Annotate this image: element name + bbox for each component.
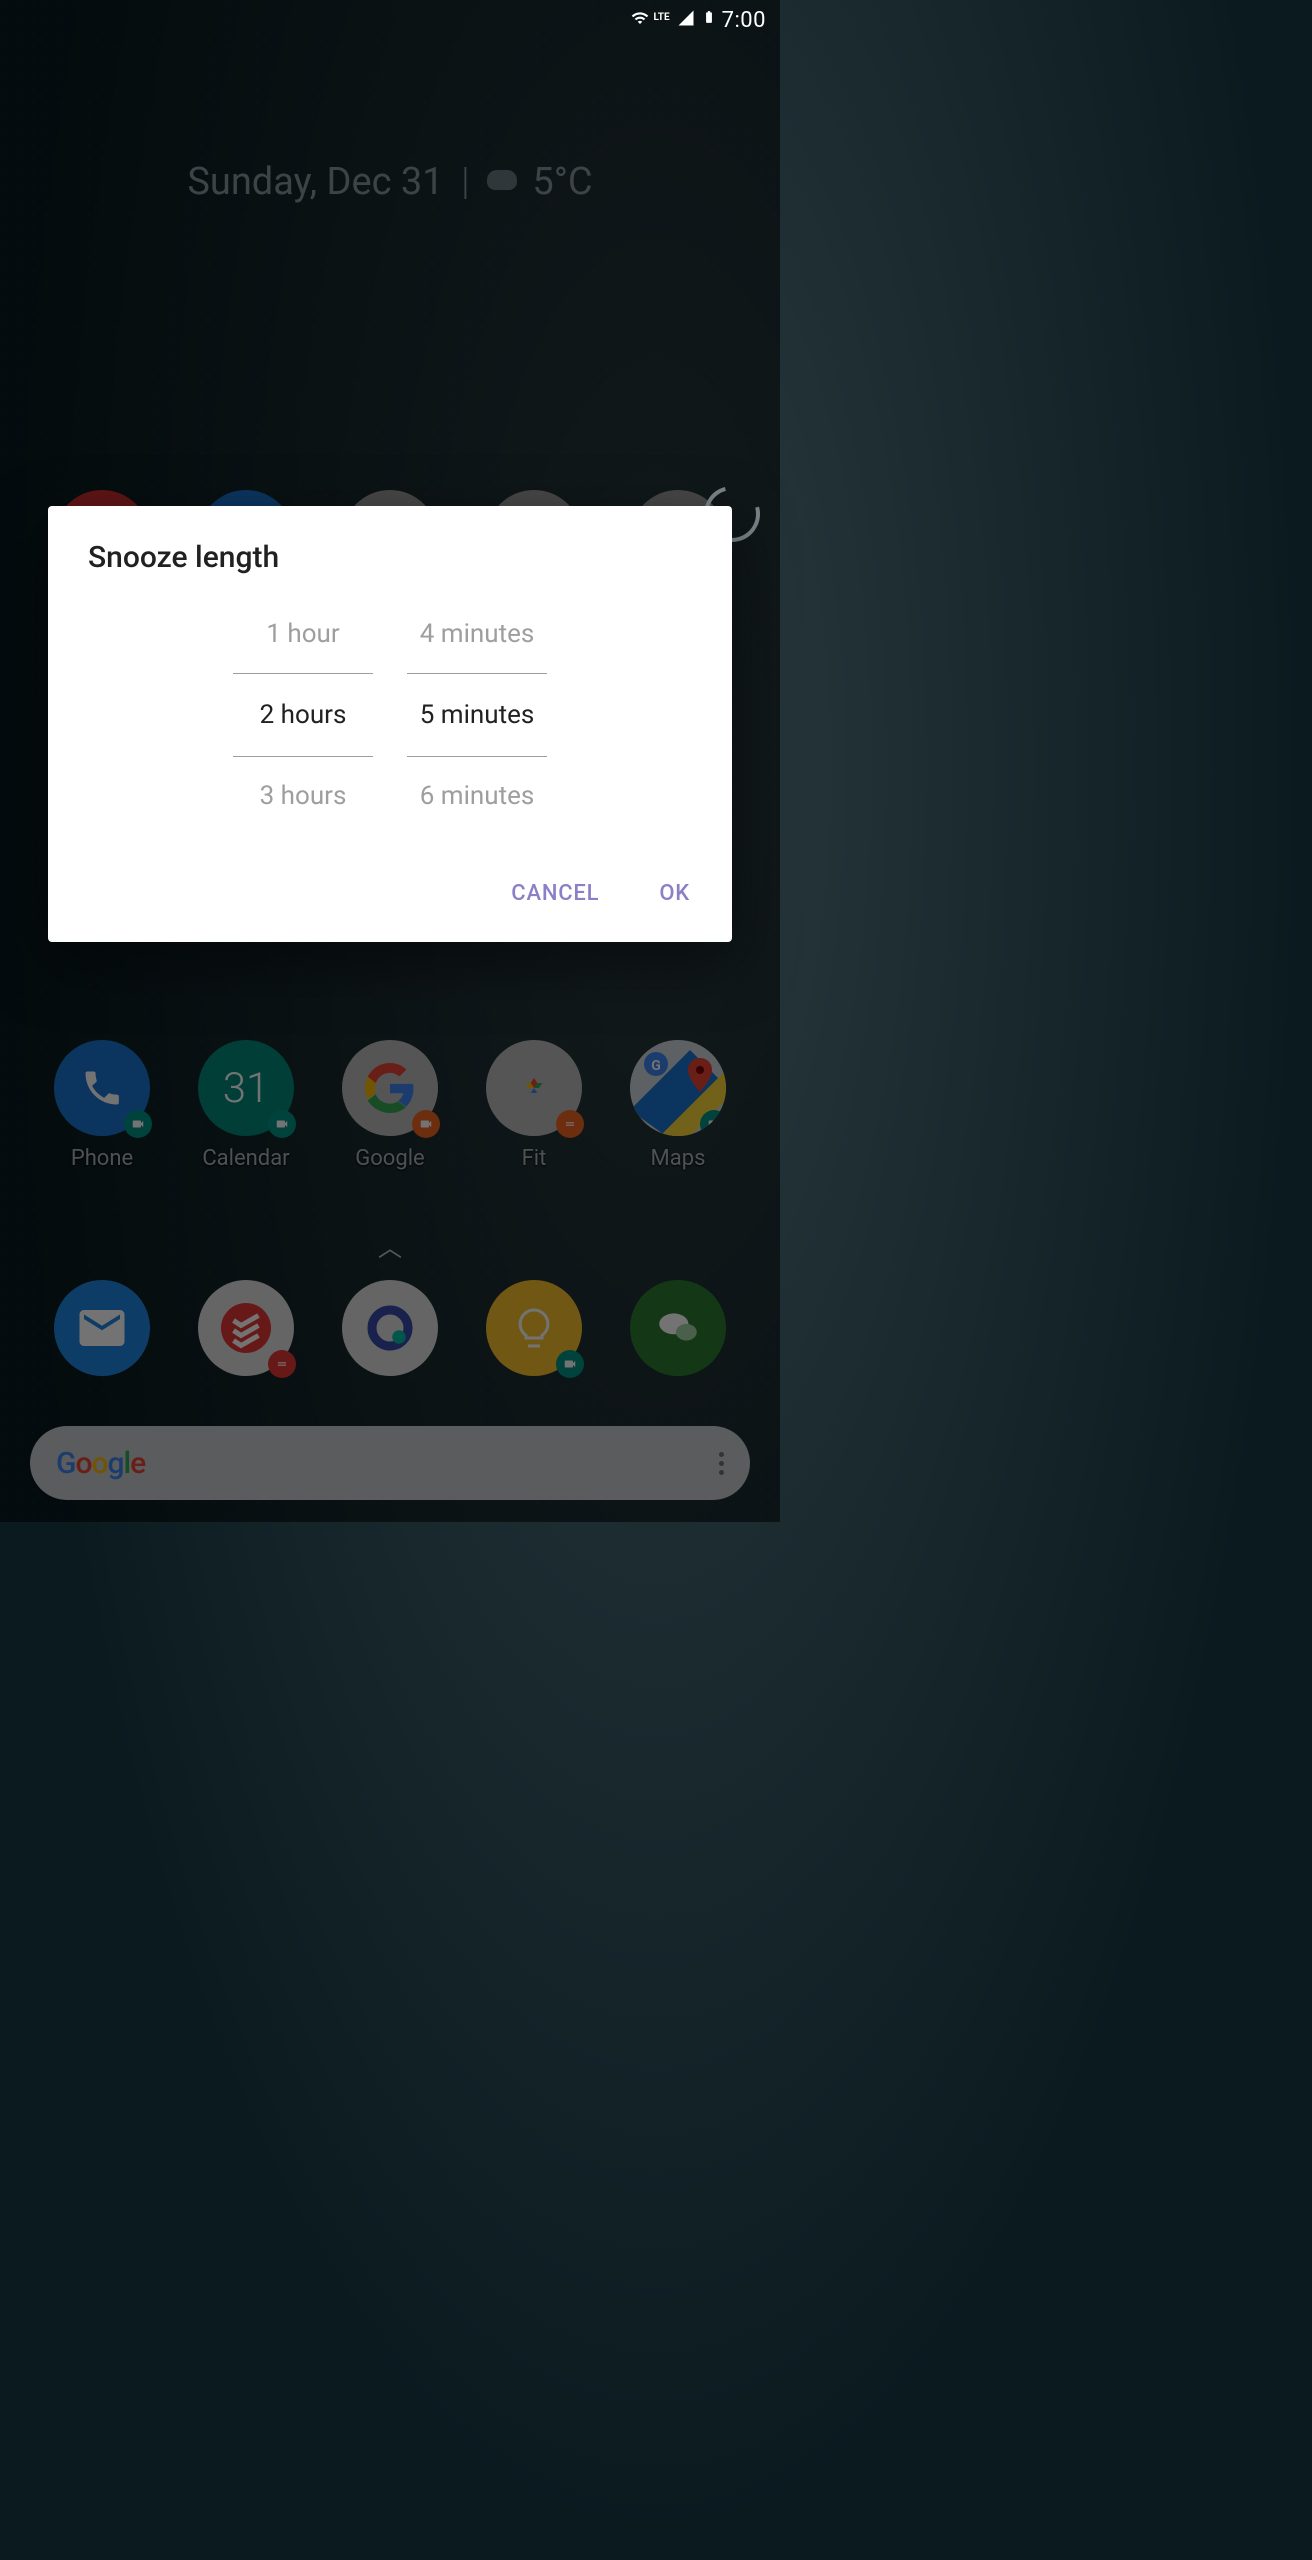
cellular-signal-icon — [676, 8, 696, 33]
cancel-button[interactable]: CANCEL — [493, 869, 617, 918]
minutes-option-next[interactable]: 6 minutes — [407, 767, 547, 825]
hours-option-next[interactable]: 3 hours — [233, 767, 373, 825]
snooze-length-dialog: Snooze length 1 hour 2 hours 3 hours 4 m… — [48, 506, 732, 942]
wifi-icon — [629, 8, 651, 33]
hours-option-prev[interactable]: 1 hour — [233, 605, 373, 663]
network-type-label: LTE — [653, 12, 669, 23]
dialog-title: Snooze length — [48, 506, 732, 595]
duration-pickers: 1 hour 2 hours 3 hours 4 minutes 5 minut… — [48, 595, 732, 861]
ok-button[interactable]: OK — [641, 869, 708, 918]
hours-picker[interactable]: 1 hour 2 hours 3 hours — [233, 605, 373, 825]
hours-option-selected[interactable]: 2 hours — [233, 673, 373, 757]
minutes-option-selected[interactable]: 5 minutes — [407, 673, 547, 757]
dialog-actions: CANCEL OK — [48, 861, 732, 930]
minutes-picker[interactable]: 4 minutes 5 minutes 6 minutes — [407, 605, 547, 825]
minutes-option-prev[interactable]: 4 minutes — [407, 605, 547, 663]
status-bar: LTE 7:00 — [0, 0, 780, 40]
battery-icon — [702, 6, 716, 34]
status-clock: 7:00 — [722, 8, 766, 33]
